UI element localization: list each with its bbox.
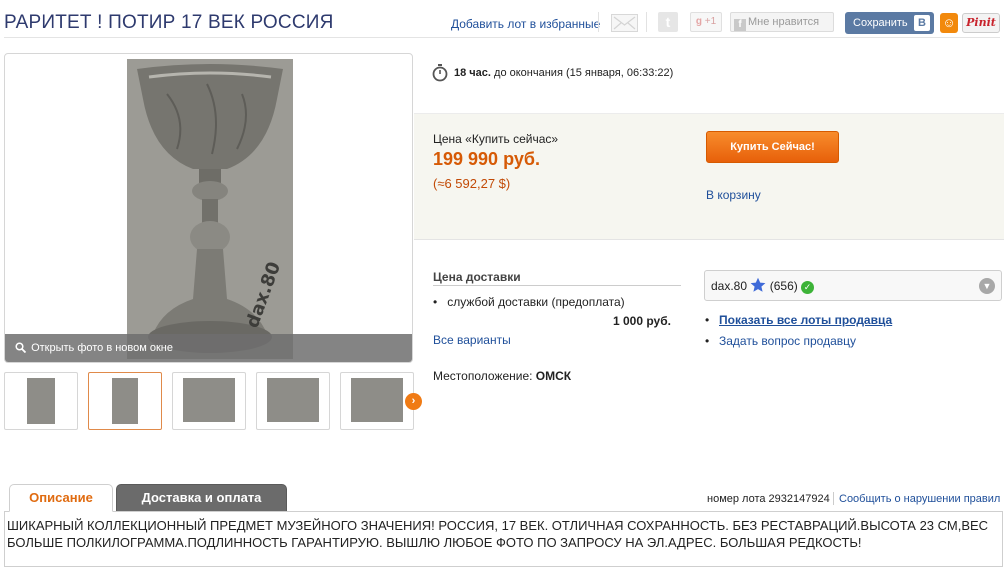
- divider: [833, 492, 834, 505]
- verified-check-icon: ✓: [801, 281, 815, 294]
- price-usd: (≈6 592,27 $): [433, 176, 511, 191]
- facebook-icon: f: [734, 19, 746, 31]
- ask-seller-question-link[interactable]: Задать вопрос продавцу: [719, 334, 856, 348]
- shipping-divider: [433, 285, 681, 286]
- lot-number: номер лота 2932147924: [707, 493, 830, 505]
- bullet: •: [705, 334, 710, 348]
- chevron-down-icon[interactable]: ▼: [979, 278, 995, 294]
- item-location: Местоположение: ОМСК: [433, 369, 572, 383]
- magnifier-icon: [15, 342, 26, 353]
- tab-delivery-payment[interactable]: Доставка и оплата: [116, 484, 287, 512]
- thumbnails-next-arrow-icon[interactable]: ›: [405, 393, 422, 410]
- buy-now-price-label: Цена «Купить сейчас»: [433, 132, 559, 146]
- facebook-like-button[interactable]: f Мне нравится: [730, 12, 834, 32]
- photo-thumbnail[interactable]: [88, 372, 162, 430]
- email-share-icon[interactable]: [611, 14, 638, 32]
- divider: [646, 12, 647, 32]
- description-text: ШИКАРНЫЙ КОЛЛЕКЦИОННЫЙ ПРЕДМЕТ МУЗЕЙНОГО…: [4, 511, 1003, 567]
- photo-thumbnail[interactable]: [4, 372, 78, 430]
- twitter-share-icon[interactable]: t: [658, 12, 678, 32]
- add-to-favorites-link[interactable]: Добавить лот в избранные: [451, 17, 600, 31]
- photo-thumbnail[interactable]: [340, 372, 414, 430]
- photo-thumbnail[interactable]: [172, 372, 246, 430]
- shipping-price-title: Цена доставки: [433, 270, 521, 284]
- photo-thumbnail[interactable]: [256, 372, 330, 430]
- show-all-seller-lots-link[interactable]: Показать все лоты продавца: [719, 313, 892, 327]
- google-plus-button[interactable]: g +1: [690, 12, 722, 32]
- tab-description[interactable]: Описание: [9, 484, 113, 512]
- divider: [598, 12, 599, 32]
- open-photo-new-window[interactable]: Открыть фото в новом окне: [5, 334, 412, 362]
- vk-icon: B: [914, 15, 930, 31]
- seller-box[interactable]: dax.80 (656) ✓ ▼: [704, 270, 1002, 301]
- chalice-photo: dax.80: [127, 59, 293, 359]
- buy-now-price: 199 990 руб.: [433, 149, 540, 169]
- shipping-method: службой доставки (предоплата): [433, 295, 624, 309]
- buy-now-button[interactable]: Купить Сейчас!: [706, 131, 839, 163]
- main-photo[interactable]: dax.80 Открыть фото в новом окне: [4, 53, 413, 363]
- odnoklassniki-share-icon[interactable]: ☺: [940, 13, 958, 33]
- bullet: •: [705, 313, 710, 327]
- auction-time-left: 18 час. до окончания (15 января, 06:33:2…: [454, 67, 674, 79]
- header-divider: [4, 37, 1000, 38]
- stopwatch-icon: [432, 64, 448, 82]
- add-to-cart-link[interactable]: В корзину: [706, 188, 761, 202]
- pinterest-pin-button[interactable]: Pinit: [962, 13, 1000, 33]
- shipping-price: 1 000 руб.: [613, 314, 671, 328]
- report-violation-link[interactable]: Сообщить о нарушении правил: [839, 493, 1000, 505]
- all-shipping-options-link[interactable]: Все варианты: [433, 333, 511, 347]
- star-icon: [750, 277, 766, 292]
- seller-name[interactable]: dax.80: [711, 279, 747, 293]
- vk-save-button[interactable]: Сохранить B: [845, 12, 934, 34]
- lot-title: РАРИТЕТ ! ПОТИР 17 ВЕК РОССИЯ: [4, 12, 334, 33]
- seller-rating: (656): [769, 279, 798, 293]
